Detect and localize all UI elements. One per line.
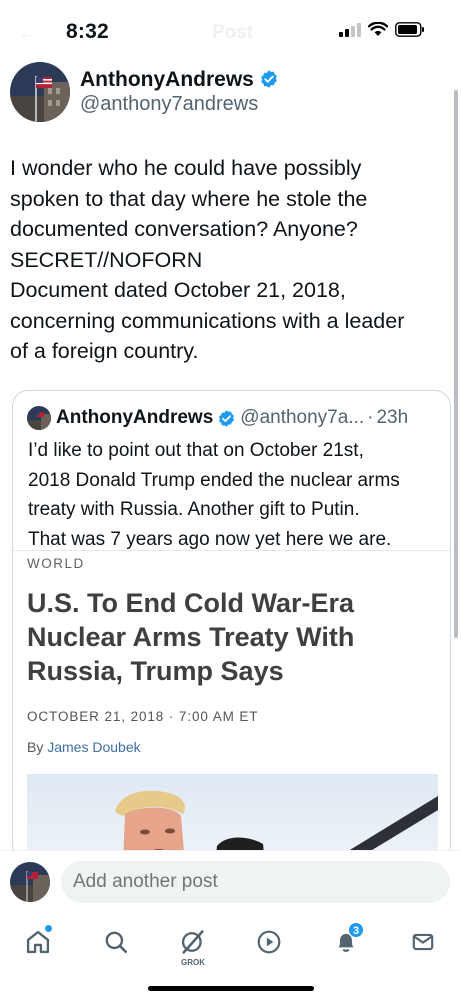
tab-grok[interactable]: GROK: [173, 922, 213, 967]
author-name-text[interactable]: AnthonyAndrews: [80, 68, 254, 91]
search-icon: [105, 931, 128, 954]
post-text: I wonder who he could have possibly spok…: [10, 153, 442, 367]
notification-count-badge: 3: [348, 922, 364, 938]
tab-messages[interactable]: [403, 922, 443, 962]
scrollbar[interactable]: [454, 90, 458, 638]
byline-prefix: By: [27, 739, 44, 755]
post-text-line: of a foreign country.: [10, 339, 199, 363]
post-text-line: concerning communications with a leader: [10, 308, 405, 333]
headline-line: U.S. To End Cold War-Era: [27, 588, 355, 618]
status-time: 8:32: [66, 20, 109, 43]
avatar[interactable]: [10, 862, 50, 902]
headline-line: Nuclear Arms Treaty With: [27, 622, 355, 652]
post-text-line: Document dated October 21, 2018,: [10, 278, 346, 302]
verified-badge-icon: [219, 409, 235, 427]
quoted-timestamp: 23h: [376, 407, 409, 428]
post-text-line: documented conversation? Anyone?: [10, 217, 358, 241]
article-date: OCTOBER 21, 2018 · 7:00 AM ET: [27, 709, 259, 724]
article-section-label: WORLD: [27, 556, 85, 571]
post-detail-screen: ← 8:32 Post AnthonyAndrews @anthony7andr…: [0, 0, 461, 1000]
cellular-signal-icon: [339, 22, 361, 37]
quoted-author-handle: @anthony7a...: [240, 407, 365, 428]
video-play-icon: [257, 930, 281, 954]
status-bar: ← 8:32 Post: [0, 0, 461, 60]
headline-line: Russia, Trump Says: [27, 656, 284, 686]
author-name[interactable]: AnthonyAndrews: [80, 68, 279, 92]
quoted-post-text: I’d like to point out that on October 21…: [28, 436, 443, 554]
home-icon: [26, 930, 50, 954]
post-text-line: spoken to that day where he stole the: [10, 186, 368, 211]
byline-author-link[interactable]: James Doubek: [47, 739, 140, 755]
back-arrow-icon[interactable]: ←: [18, 22, 38, 45]
tab-search[interactable]: [96, 922, 136, 962]
quoted-post-card[interactable]: AnthonyAndrews @anthony7a... · 23h I’d l…: [12, 390, 451, 860]
quoted-author-name: AnthonyAndrews: [56, 407, 214, 428]
tab-notifications[interactable]: 3: [326, 922, 366, 962]
article-photo[interactable]: [27, 774, 438, 859]
home-indicator[interactable]: [148, 986, 314, 991]
tab-home[interactable]: [18, 922, 58, 962]
quoted-text-line: treaty with Russia. Another gift to Puti…: [28, 499, 360, 520]
quoted-separator: ·: [367, 407, 374, 428]
tab-video[interactable]: [249, 922, 289, 962]
page-title: Post: [212, 22, 254, 43]
quoted-text-line: 2018 Donald Trump ended the nuclear arms: [28, 469, 400, 491]
post-text-line: SECRET//NOFORN: [10, 247, 203, 272]
post-text-line: I wonder who he could have possibly: [10, 156, 362, 180]
article-headline[interactable]: U.S. To End Cold War-Era Nuclear Arms Tr…: [27, 586, 437, 688]
quoted-post-header: AnthonyAndrews @anthony7a... · 23h: [27, 405, 408, 431]
avatar[interactable]: [10, 62, 70, 122]
quoted-avatar: [27, 406, 51, 430]
divider: [13, 550, 450, 551]
status-icons: [339, 22, 425, 37]
reply-input[interactable]: [61, 861, 450, 903]
verified-badge-icon: [261, 70, 277, 88]
post-author-header: AnthonyAndrews @anthony7andrews: [10, 60, 451, 130]
battery-icon: [395, 22, 424, 37]
messages-envelope-icon: [412, 933, 434, 951]
grok-label: GROK: [181, 958, 205, 967]
article-byline: By James Doubek: [27, 739, 141, 755]
reply-composer-bar: [0, 850, 461, 912]
unread-dot: [45, 925, 52, 932]
wifi-icon: [368, 22, 388, 36]
author-handle[interactable]: @anthony7andrews: [80, 93, 258, 116]
grok-icon: [181, 930, 204, 954]
quoted-text-line: I’d like to point out that on October 21…: [28, 440, 364, 461]
